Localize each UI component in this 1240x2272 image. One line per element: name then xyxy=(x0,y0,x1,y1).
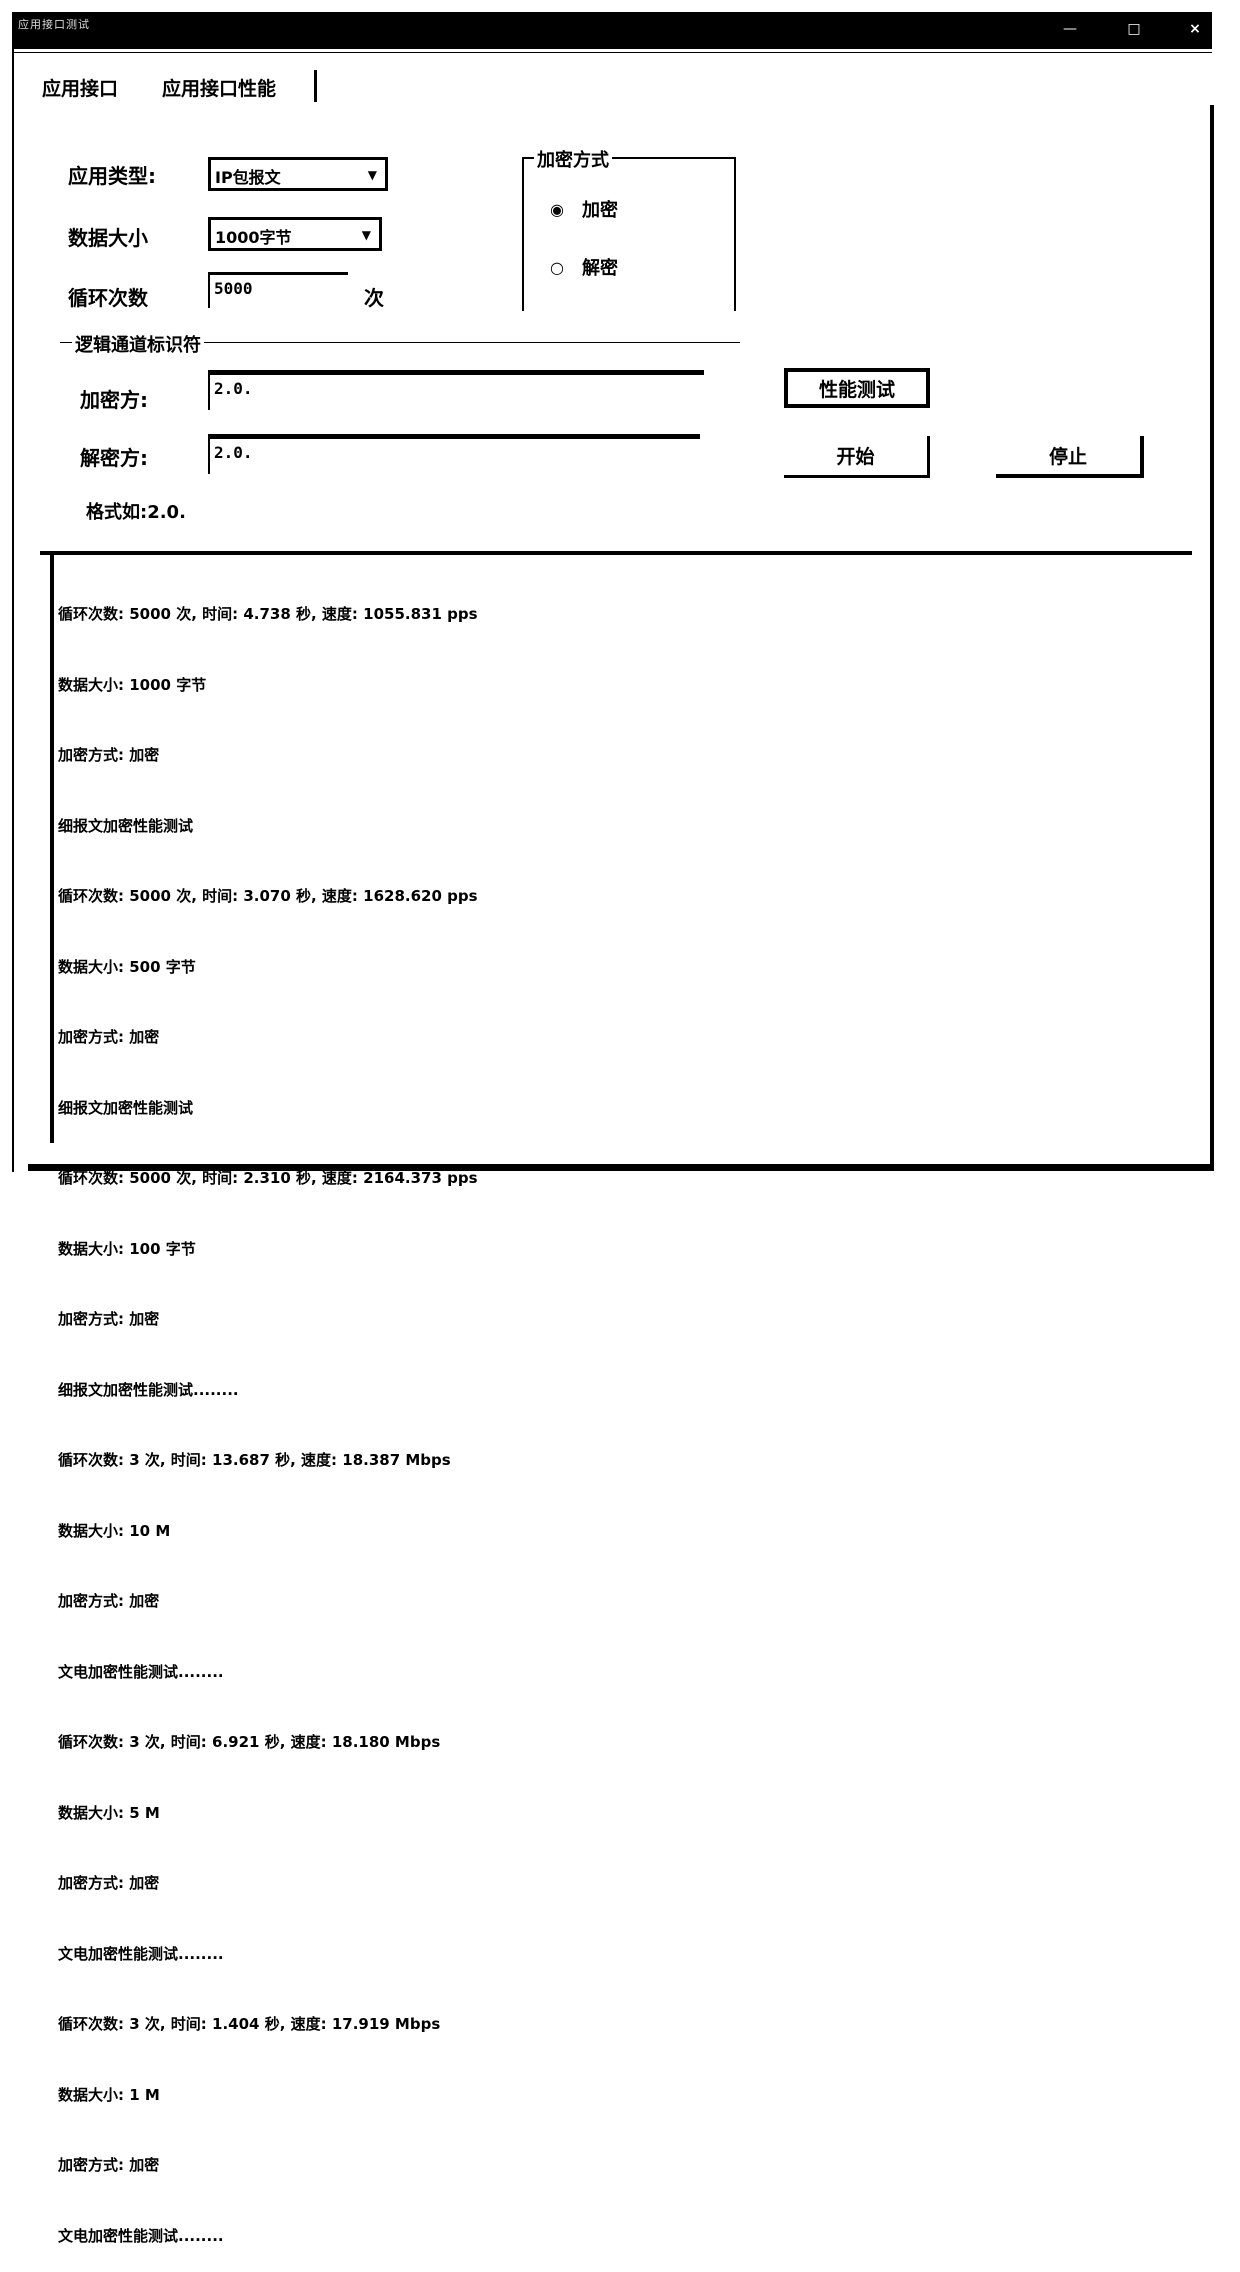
minimize-icon: — xyxy=(1063,21,1077,37)
performance-test-button[interactable]: 性能测试 xyxy=(784,368,930,408)
log-line: 加密方式: 加密 xyxy=(58,1592,160,1610)
crypto-mode-group-label: 加密方式 xyxy=(534,146,612,172)
window-title: 应用接口测试 xyxy=(18,18,90,31)
stop-button[interactable]: 停止 xyxy=(996,436,1144,478)
log-border-left xyxy=(50,553,54,1143)
log-line: 循环次数: 5000 次, 时间: 2.310 秒, 速度: 2164.373 … xyxy=(58,1169,478,1187)
radio-unselected-icon: ○ xyxy=(550,257,564,277)
log-line: 数据大小: 5 M xyxy=(58,1803,160,1822)
chevron-down-icon[interactable]: ▼ xyxy=(368,168,377,182)
data-size-label: 数据大小 xyxy=(68,226,148,250)
log-line: 数据大小: 1000 字节 xyxy=(58,675,207,694)
title-bar[interactable]: 应用接口测试 xyxy=(12,12,1212,48)
tab-app-interface-performance[interactable]: 应用接口性能 xyxy=(162,74,276,101)
log-line: 文电加密性能测试........ xyxy=(58,1944,224,1963)
log-line: 数据大小: 500 字节 xyxy=(58,957,196,976)
log-line: 文电加密性能测试........ xyxy=(58,2226,224,2245)
radio-encrypt-label: 加密 xyxy=(581,200,618,221)
log-line: 细报文加密性能测试 xyxy=(58,816,194,835)
log-line: 文电加密性能测试........ xyxy=(58,1662,224,1681)
log-line: 循环次数: 3 次, 时间: 6.921 秒, 速度: 18.180 Mbps xyxy=(58,1733,441,1751)
maximize-icon: □ xyxy=(1127,21,1141,37)
app-type-select[interactable]: IP包报文 ▼ xyxy=(208,157,388,191)
radio-selected-icon: ◉ xyxy=(550,199,564,219)
radio-decrypt-label: 解密 xyxy=(581,258,618,279)
log-line: 数据大小: 10 M xyxy=(58,1521,171,1540)
log-output[interactable]: 循环次数: 5000 次, 时间: 4.738 秒, 速度: 1055.831 … xyxy=(58,556,1178,2272)
log-line: 细报文加密性能测试........ xyxy=(58,1380,239,1399)
log-line: 加密方式: 加密 xyxy=(58,1028,160,1046)
encryptor-input[interactable]: 2.0. xyxy=(208,370,704,410)
log-border-top xyxy=(40,551,1192,555)
crypto-mode-group-border-right xyxy=(734,157,736,311)
log-line: 加密方式: 加密 xyxy=(58,1874,160,1892)
log-line: 加密方式: 加密 xyxy=(58,746,160,764)
crypto-mode-group-border-left xyxy=(522,157,524,311)
format-hint: 格式如:2.0. xyxy=(86,502,186,523)
tab-focus-indicator xyxy=(314,70,317,102)
chevron-down-icon[interactable]: ▼ xyxy=(362,228,371,242)
log-line: 细报文加密性能测试 xyxy=(58,1098,194,1117)
window-border-right xyxy=(1210,105,1214,1167)
window-border-left xyxy=(12,48,14,1172)
radio-encrypt[interactable]: ◉ 加密 xyxy=(550,196,618,222)
app-type-label: 应用类型: xyxy=(68,164,156,188)
log-line: 循环次数: 5000 次, 时间: 3.070 秒, 速度: 1628.620 … xyxy=(58,887,478,905)
data-size-select[interactable]: 1000字节 ▼ xyxy=(208,217,382,251)
loop-count-unit: 次 xyxy=(364,286,384,310)
loop-count-input[interactable]: 5000 xyxy=(208,272,348,308)
radio-decrypt[interactable]: ○ 解密 xyxy=(550,254,618,280)
channel-group-label: 逻辑通道标识符 xyxy=(72,331,204,357)
tab-app-interface[interactable]: 应用接口 xyxy=(42,74,118,101)
maximize-button[interactable]: □ xyxy=(1104,16,1164,42)
decryptor-input[interactable]: 2.0. xyxy=(208,434,700,474)
app-type-value: IP包报文 xyxy=(215,168,281,187)
log-line: 数据大小: 100 字节 xyxy=(58,1239,196,1258)
minimize-button[interactable]: — xyxy=(1040,16,1100,42)
data-size-value: 1000字节 xyxy=(215,228,292,247)
log-line: 数据大小: 1 M xyxy=(58,2085,160,2104)
close-icon: × xyxy=(1189,21,1201,37)
log-line: 循环次数: 3 次, 时间: 1.404 秒, 速度: 17.919 Mbps xyxy=(58,2015,441,2033)
log-line: 加密方式: 加密 xyxy=(58,2156,160,2174)
encryptor-label: 加密方: xyxy=(80,388,148,412)
log-line: 循环次数: 3 次, 时间: 13.687 秒, 速度: 18.387 Mbps xyxy=(58,1451,451,1469)
decryptor-label: 解密方: xyxy=(80,446,148,470)
title-divider xyxy=(12,48,1212,53)
close-button[interactable]: × xyxy=(1180,16,1210,42)
log-line: 加密方式: 加密 xyxy=(58,1310,160,1328)
start-button[interactable]: 开始 xyxy=(784,436,930,478)
log-line: 循环次数: 5000 次, 时间: 4.738 秒, 速度: 1055.831 … xyxy=(58,605,478,623)
loop-count-label: 循环次数 xyxy=(68,286,148,310)
